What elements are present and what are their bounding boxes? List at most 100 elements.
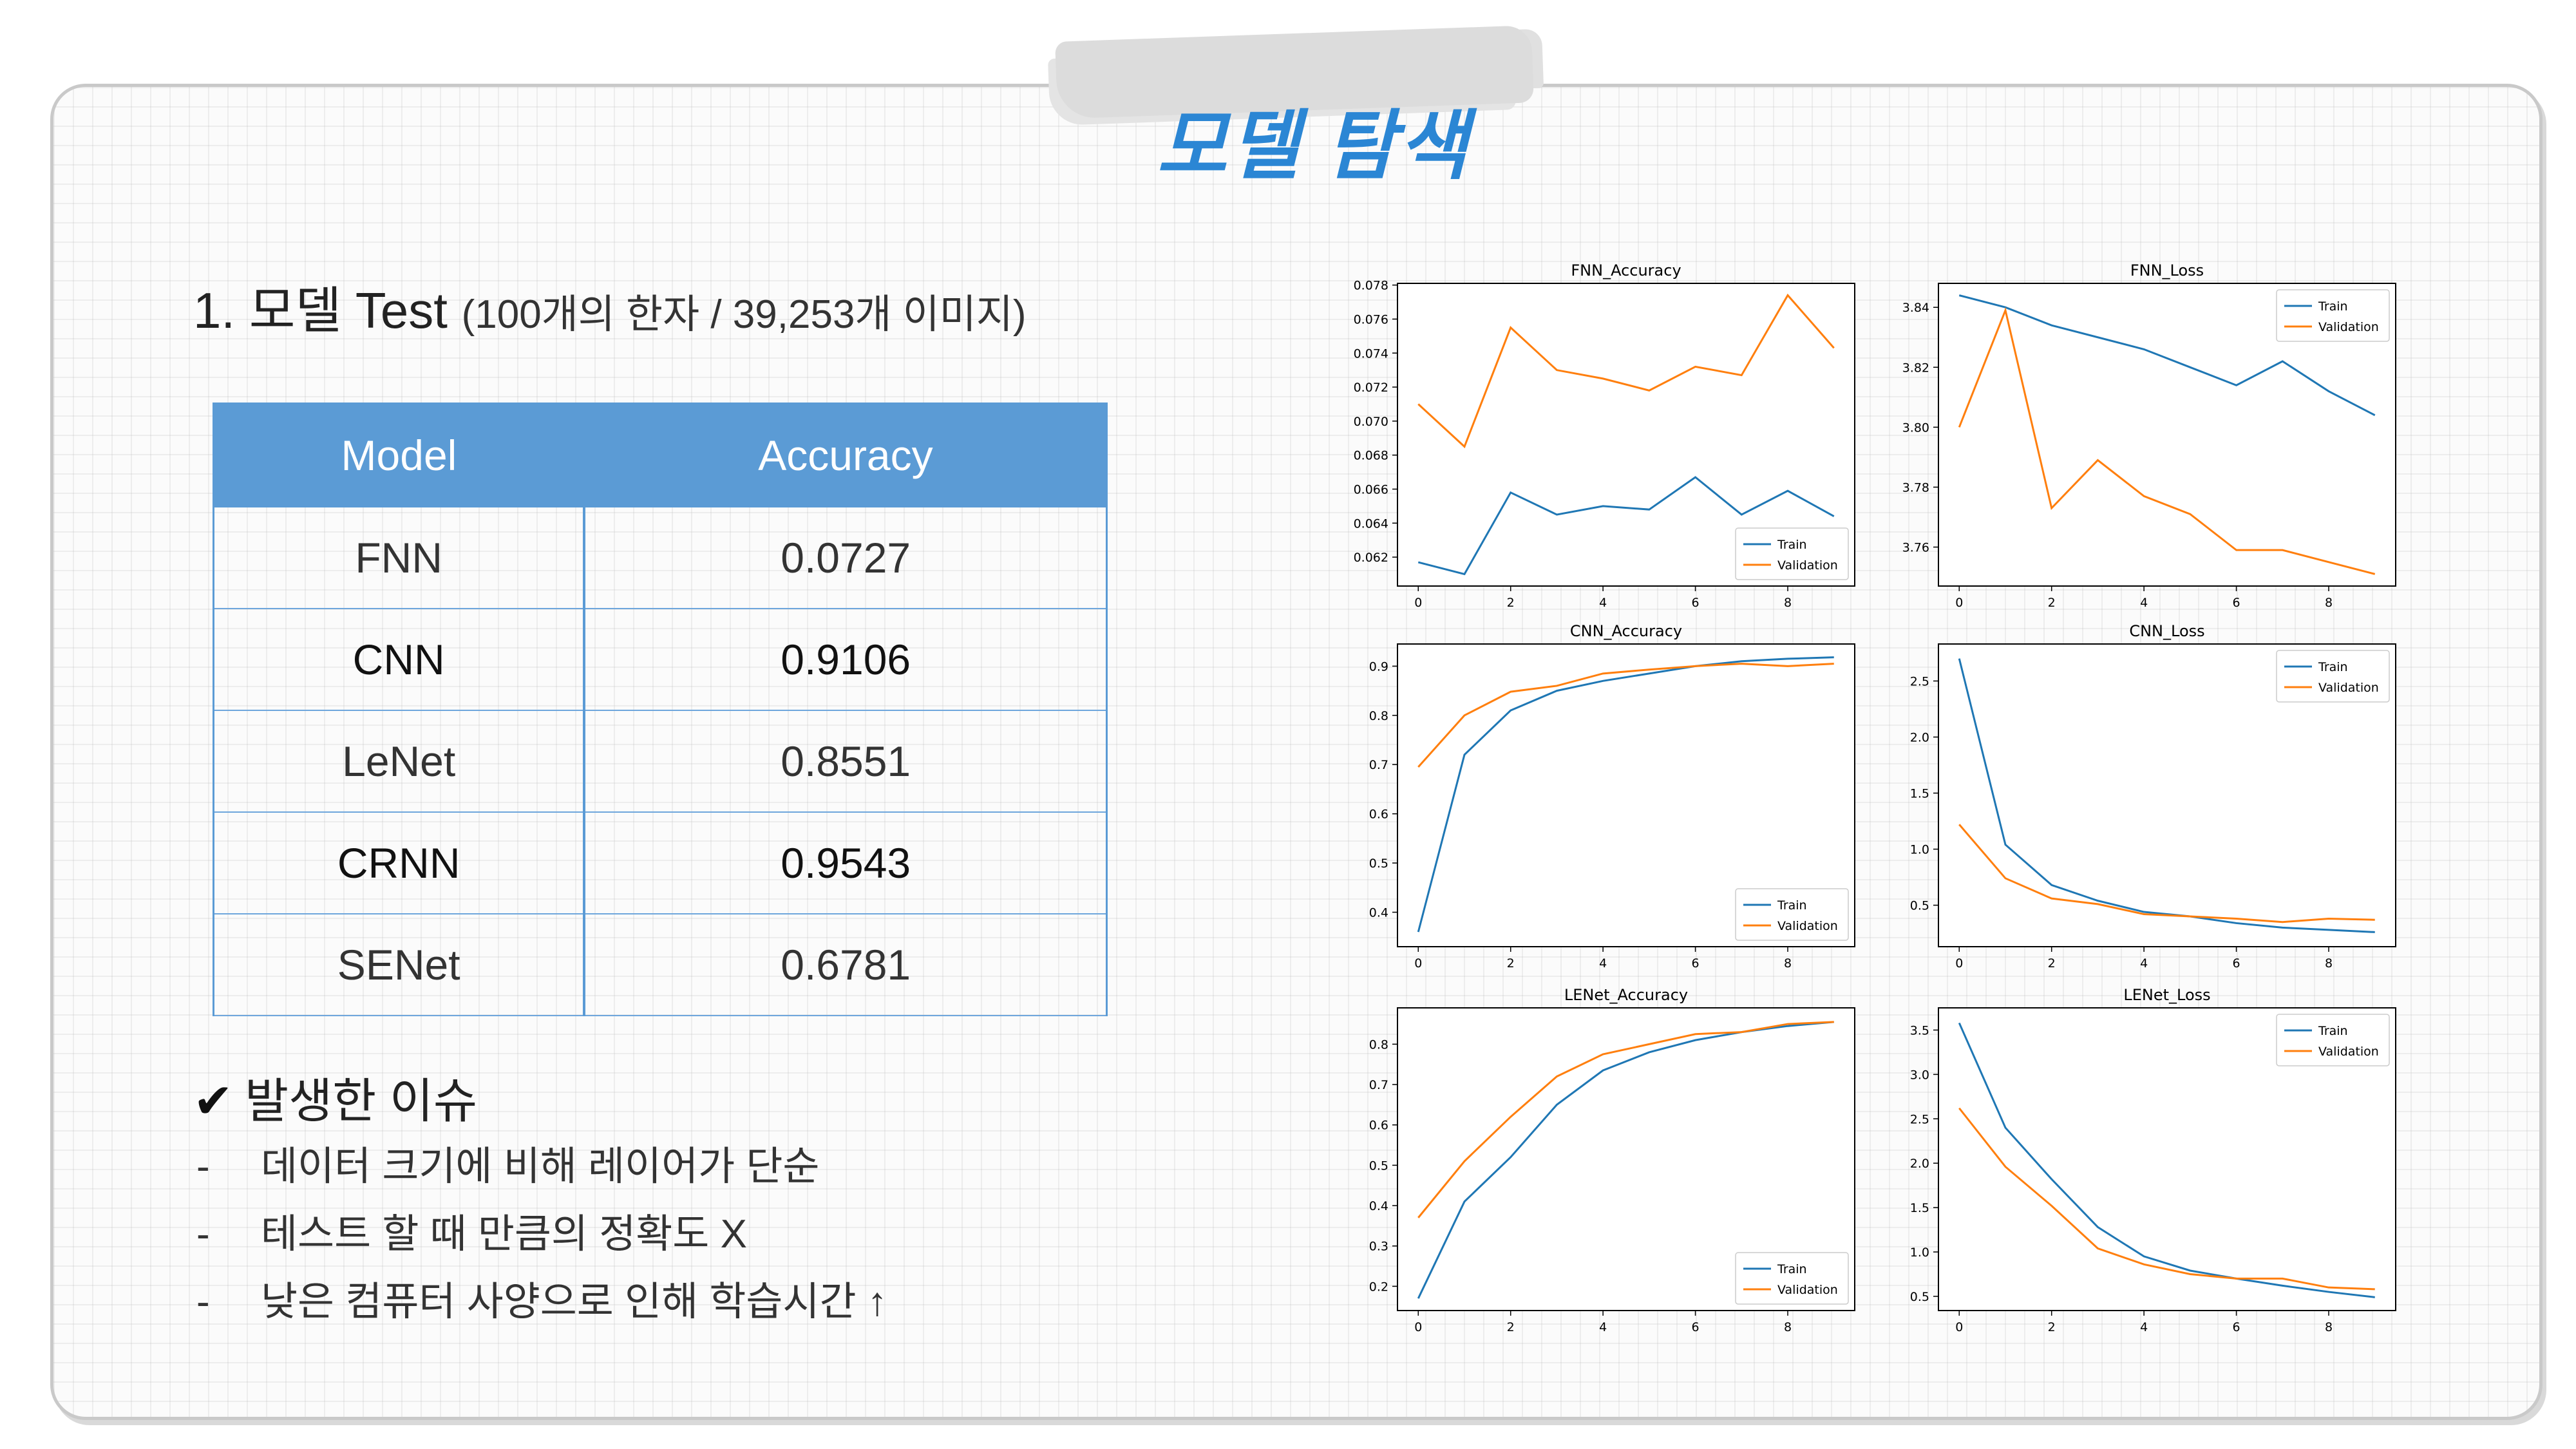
- y-tick-label: 0.4: [1369, 1199, 1388, 1213]
- legend-label: Train: [1777, 898, 1807, 913]
- legend-label: Validation: [2318, 320, 2379, 334]
- y-tick-label: 0.5: [1910, 899, 1929, 913]
- legend-label: Train: [1777, 1262, 1807, 1276]
- accuracy-cell: 0.6781: [584, 913, 1108, 1016]
- y-tick-label: 1.5: [1910, 1201, 1929, 1215]
- legend-label: Train: [1777, 538, 1807, 552]
- y-tick-label: 2.0: [1910, 1157, 1929, 1171]
- checkmark-icon: ✔: [193, 1074, 234, 1128]
- y-tick-label: 0.2: [1369, 1280, 1388, 1294]
- y-tick-label: 0.074: [1354, 346, 1388, 361]
- table-row: CNN 0.9106: [213, 608, 1108, 711]
- y-tick-label: 0.7: [1369, 1078, 1388, 1092]
- y-tick-label: 3.5: [1910, 1023, 1929, 1037]
- x-tick-label: 4: [2140, 596, 2148, 610]
- issue-item: - 데이터 크기에 비해 레이어가 단순: [196, 1133, 819, 1191]
- model-cell: SENet: [213, 913, 586, 1016]
- x-tick-label: 4: [2140, 956, 2148, 971]
- chart-legend: Train Validation: [1735, 1252, 1849, 1305]
- issue-item: - 낮은 컴퓨터 사양으로 인해 학습시간 ↑: [196, 1269, 887, 1327]
- chart-title: LENet_Loss: [2123, 986, 2210, 1004]
- model-cell: CRNN: [213, 811, 586, 914]
- y-tick-label: 0.8: [1369, 709, 1388, 723]
- x-tick-label: 8: [1784, 956, 1792, 971]
- table-row: SENet 0.6781: [213, 913, 1108, 1016]
- x-tick-label: 4: [1599, 596, 1607, 610]
- chart-legend: Train Validation: [1735, 527, 1849, 580]
- x-tick-label: 6: [1692, 956, 1700, 971]
- x-tick-label: 4: [2140, 1320, 2148, 1334]
- table-row: CRNN 0.9543: [213, 811, 1108, 914]
- y-tick-label: 0.066: [1354, 482, 1388, 497]
- x-tick-label: 0: [1414, 1320, 1422, 1334]
- x-tick-label: 0: [1414, 596, 1422, 610]
- x-tick-label: 4: [1599, 1320, 1607, 1334]
- issue-item: - 테스트 할 때 만큼의 정확도 X: [196, 1201, 747, 1259]
- table-row: FNN 0.0727: [213, 506, 1108, 609]
- y-tick-label: 0.6: [1369, 808, 1388, 822]
- legend-label: Validation: [2318, 1045, 2379, 1059]
- accuracy-table: Model Accuracy FNN 0.0727 CNN 0.9106 LeN…: [213, 402, 1108, 1016]
- legend-label: Train: [2318, 299, 2348, 314]
- legend-label: Validation: [1777, 558, 1838, 573]
- x-tick-label: 6: [2233, 1320, 2240, 1334]
- y-tick-label: 0.9: [1369, 659, 1388, 674]
- table-header-accuracy: Accuracy: [583, 402, 1108, 507]
- y-tick-label: 3.76: [1902, 541, 1929, 555]
- y-tick-label: 2.5: [1910, 1112, 1929, 1126]
- x-tick-label: 8: [2325, 596, 2333, 610]
- chart-legend: Train Validation: [2276, 289, 2390, 342]
- x-tick-label: 0: [1414, 956, 1422, 971]
- lenet-accuracy-chart: LENet_Accuracy 0 2 4 6 8 0.2 0.3 0.4 0.5 0.6 0.7 0.8…: [1369, 986, 1855, 1334]
- model-cell: FNN: [213, 506, 586, 609]
- section-heading: 1. 모델 Test (100개의 한자 / 39,253개 이미지): [193, 270, 1026, 343]
- chart-title: CNN_Loss: [2129, 622, 2204, 640]
- model-cell: LeNet: [213, 710, 586, 813]
- cnn-loss-chart: CNN_Loss 0 2 4 6 8 0.5 1.0 1.5 2.0 2.5 Train Validat…: [1910, 622, 2396, 971]
- chart-title: FNN_Loss: [2130, 261, 2204, 279]
- y-tick-label: 0.072: [1354, 381, 1388, 395]
- y-tick-label: 3.78: [1902, 480, 1929, 495]
- y-tick-label: 3.84: [1902, 301, 1929, 315]
- x-tick-label: 2: [1507, 596, 1515, 610]
- y-tick-label: 2.5: [1910, 674, 1929, 688]
- accuracy-cell: 0.8551: [584, 710, 1108, 813]
- chart-title: LENet_Accuracy: [1564, 986, 1688, 1004]
- lenet-loss-chart: LENet_Loss 0 2 4 6 8 0.5 1.0 1.5 2.0 2.5 3.0 3.5 Trai…: [1910, 986, 2396, 1334]
- issue-text: 테스트 할 때 만큼의 정확도 X: [261, 1212, 747, 1256]
- x-tick-label: 2: [2048, 596, 2056, 610]
- chart-legend: Train Validation: [2276, 1014, 2390, 1066]
- dash-bullet: -: [196, 1144, 210, 1189]
- chart-legend: Train Validation: [2276, 650, 2390, 703]
- table-header-model: Model: [213, 402, 585, 507]
- y-tick-label: 1.5: [1910, 787, 1929, 801]
- x-tick-label: 0: [1955, 596, 1963, 610]
- y-tick-label: 3.82: [1902, 361, 1929, 375]
- y-tick-label: 0.070: [1354, 415, 1388, 429]
- chart-legend: Train Validation: [1735, 888, 1849, 941]
- table-row: LeNet 0.8551: [213, 710, 1108, 813]
- section-heading-text: 1. 모델 Test: [193, 282, 448, 339]
- x-tick-label: 6: [2233, 596, 2240, 610]
- y-tick-label: 0.7: [1369, 758, 1388, 772]
- cnn-accuracy-chart: CNN_Accuracy 0 2 4 6 8 0.4 0.5 0.6 0.7 0.8 0.9 Train…: [1369, 622, 1855, 971]
- x-tick-label: 0: [1955, 956, 1963, 971]
- y-tick-label: 2.0: [1910, 730, 1929, 744]
- x-tick-label: 6: [2233, 956, 2240, 971]
- legend-label: Validation: [1777, 919, 1838, 933]
- y-tick-label: 0.6: [1369, 1119, 1388, 1133]
- y-tick-label: 0.5: [1910, 1290, 1929, 1304]
- y-tick-label: 0.064: [1354, 516, 1388, 531]
- dash-bullet: -: [196, 1212, 210, 1256]
- y-tick-label: 0.068: [1354, 449, 1388, 463]
- x-tick-label: 6: [1692, 596, 1700, 610]
- fnn-accuracy-chart: FNN_Accuracy 0 2 4 6 8 0.062 0.064 0.066 0.068 0.0…: [1354, 261, 1855, 610]
- legend-label: Validation: [2318, 681, 2379, 695]
- section-subheading: (100개의 한자 / 39,253개 이미지): [461, 292, 1027, 337]
- legend-label: Train: [2318, 1024, 2348, 1038]
- issues-heading-text: 발생한 이슈: [245, 1074, 477, 1128]
- y-tick-label: 0.4: [1369, 906, 1388, 920]
- chart-title: FNN_Accuracy: [1571, 261, 1681, 279]
- dash-bullet: -: [196, 1280, 210, 1324]
- issue-text: 데이터 크기에 비해 레이어가 단순: [261, 1144, 820, 1189]
